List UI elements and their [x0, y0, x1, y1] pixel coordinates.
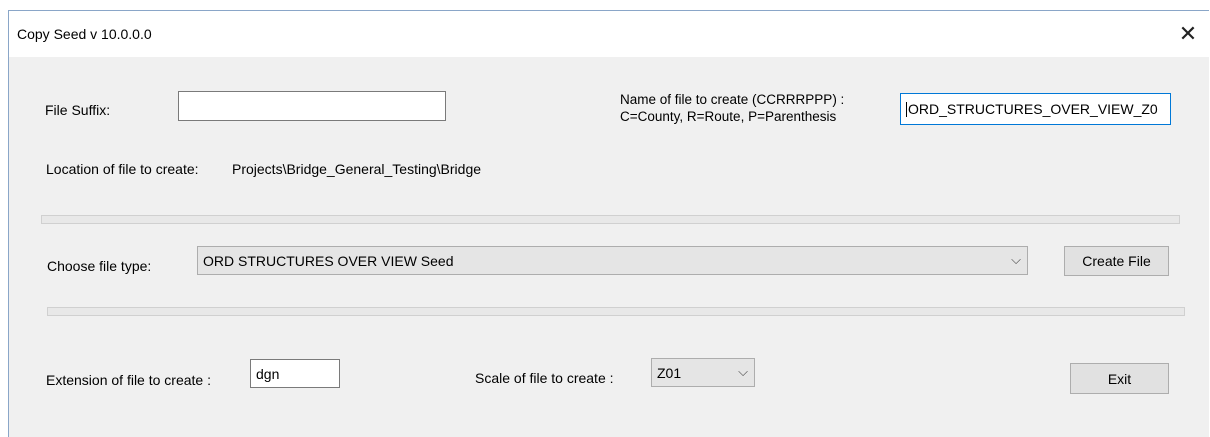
close-icon[interactable]: ✕ [1175, 21, 1201, 47]
name-of-file-label-line1: Name of file to create (CCRRRPPP) : [620, 92, 845, 107]
separator-bottom [47, 307, 1185, 316]
file-type-selected: ORD STRUCTURES OVER VIEW Seed [203, 252, 454, 269]
exit-button[interactable]: Exit [1070, 363, 1169, 394]
scale-selected: Z01 [657, 364, 682, 381]
window-title: Copy Seed v 10.0.0.0 [17, 26, 152, 42]
name-of-file-value: ORD_STRUCTURES_OVER_VIEW_Z0 [908, 101, 1158, 117]
chevron-down-icon: ⌵ [1011, 251, 1021, 267]
copy-seed-window: Copy Seed v 10.0.0.0 ✕ File Suffix: Name… [8, 10, 1209, 437]
location-value: Projects\Bridge_General_Testing\Bridge [232, 161, 482, 177]
create-file-button[interactable]: Create File [1064, 246, 1169, 276]
name-of-file-label-line2: C=County, R=Route, P=Parenthesis [620, 109, 837, 124]
file-suffix-label: File Suffix: [45, 102, 111, 118]
title-bar: Copy Seed v 10.0.0.0 ✕ [9, 11, 1209, 57]
file-type-label: Choose file type: [47, 258, 152, 274]
extension-label: Extension of file to create : [46, 372, 211, 388]
chevron-down-icon: ⌵ [738, 363, 748, 379]
scale-label: Scale of file to create : [475, 370, 614, 386]
extension-input[interactable]: dgn [250, 359, 340, 388]
location-label: Location of file to create: [46, 161, 199, 177]
file-type-dropdown[interactable]: ORD STRUCTURES OVER VIEW Seed ⌵ [197, 246, 1028, 275]
scale-dropdown[interactable]: Z01 ⌵ [651, 358, 755, 387]
file-suffix-input[interactable] [178, 91, 446, 121]
name-of-file-input[interactable]: ORD_STRUCTURES_OVER_VIEW_Z0 [900, 93, 1171, 125]
text-caret [906, 101, 907, 117]
extension-value: dgn [256, 365, 280, 382]
separator-top [41, 215, 1180, 224]
